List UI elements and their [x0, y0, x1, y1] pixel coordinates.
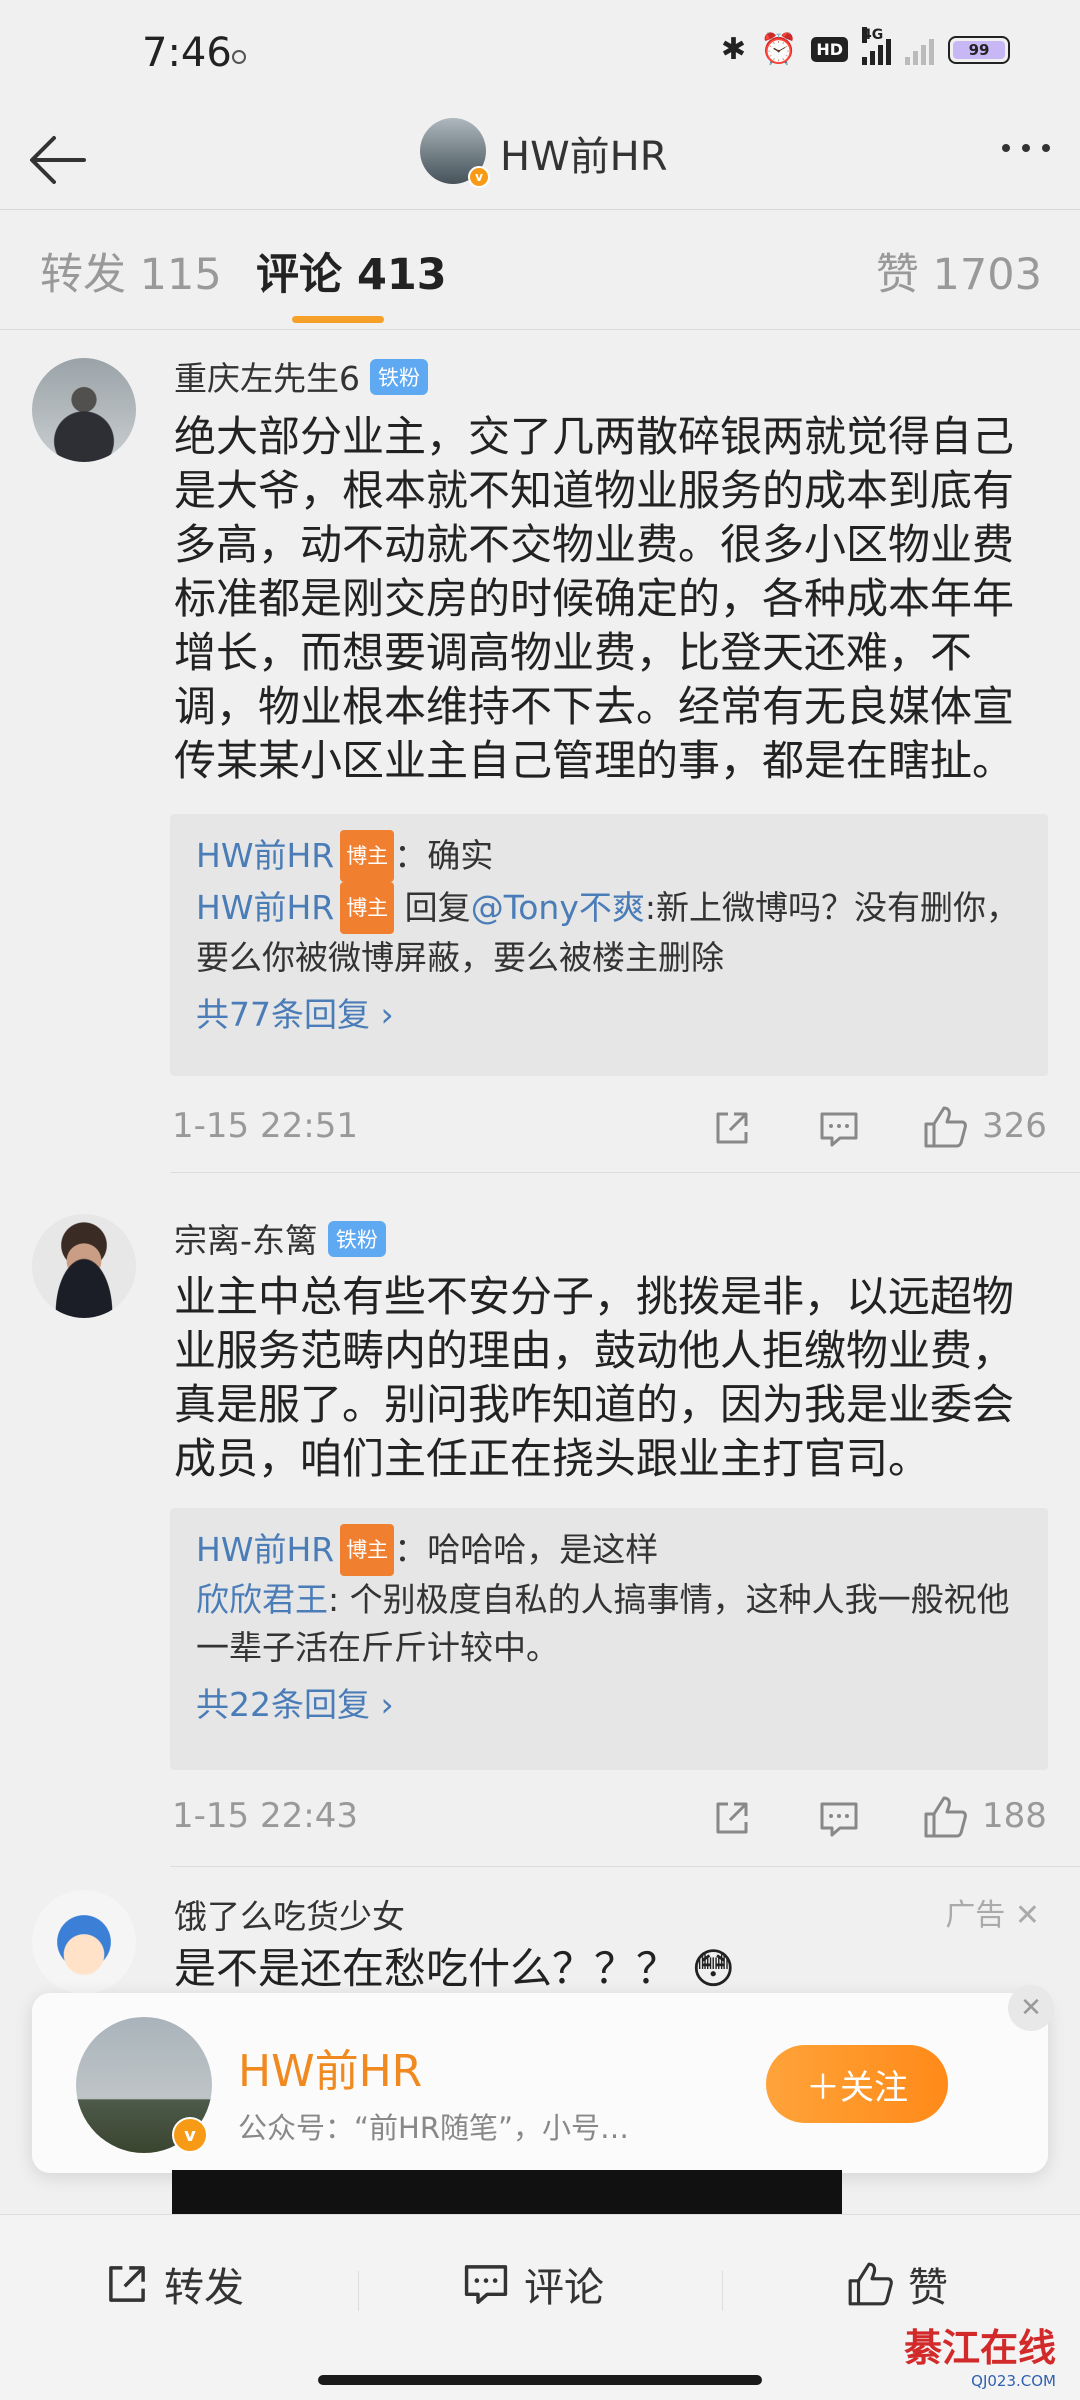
card-description: 公众号：“前HR随笔”，小号… — [238, 2111, 630, 2145]
alarm-icon: ⏰ — [759, 32, 798, 67]
comment-icon — [464, 2265, 508, 2304]
verified-icon: v — [468, 166, 490, 188]
watermark-title: 綦江在线 — [903, 2326, 1056, 2370]
comment-author-name[interactable]: 重庆左先生6 — [174, 359, 360, 398]
avatar[interactable] — [32, 1214, 136, 1318]
battery-icon: 99 — [948, 35, 1010, 64]
reply-item: HW前HR 博主 回复@Tony不爽:新上微博吗？没有删你，要么你被微博屏蔽，要么… — [196, 882, 1022, 982]
card-avatar[interactable]: v — [76, 2017, 212, 2153]
comment-time: 1-15 22:43 — [172, 1796, 358, 1836]
host-badge: 博主 — [340, 1524, 395, 1576]
tab-repost[interactable]: 转发 115 — [40, 240, 222, 302]
bluetooth-icon: ✱ — [720, 32, 746, 67]
like-count: 326 — [982, 1106, 1047, 1146]
tab-comment[interactable]: 评论 413 — [256, 240, 447, 302]
fan-badge: 铁粉 — [370, 359, 428, 395]
bottom-action-bar: 转发 评论 赞 綦江在线 QJ023.COM — [0, 2214, 1080, 2400]
comment-text: 绝大部分业主，交了几两散碎银两就觉得自己是大爷，根本就不知道物业服务的成本到底有… — [174, 412, 1015, 785]
host-badge: 博主 — [340, 830, 395, 882]
like-icon[interactable] — [922, 1104, 968, 1150]
watermark: 綦江在线 QJ023.COM — [904, 2317, 1056, 2390]
like-icon[interactable] — [922, 1794, 968, 1840]
tab-like[interactable]: 赞 1703 — [876, 240, 1042, 302]
reply-item: 欣欣君王: 个别极度自私的人搞事情，这种人我一般祝他一辈子活在斤斤计较中。 — [196, 1576, 1022, 1672]
comment-label: 评论 — [524, 2265, 604, 2311]
battery-level: 99 — [968, 40, 990, 59]
author-avatar[interactable]: v — [420, 118, 490, 188]
status-time: 7:46 — [142, 30, 232, 76]
video-thumbnail[interactable] — [172, 2170, 842, 2214]
comment-author[interactable]: 重庆左先生6 铁粉 — [174, 352, 428, 400]
comment-footer: 1-15 22:43 188 — [172, 1790, 1052, 1850]
more-replies-link[interactable]: 共22条回复 › — [196, 1678, 1022, 1726]
back-arrow-icon[interactable] — [28, 132, 88, 188]
comment-author[interactable]: 宗离-东篱 铁粉 — [174, 1214, 386, 1262]
reply-text: ：哈哈哈，是这样 — [394, 1530, 659, 1569]
reply-author[interactable]: HW前HR — [196, 1530, 334, 1569]
comment-text: 业主中总有些不安分子，挑拨是非，以远超物业服务范畴内的理由，鼓动他人拒缴物业费，… — [174, 1272, 1015, 1483]
separator — [722, 2271, 723, 2311]
tab-bar: 转发 115 评论 413 赞 1703 — [0, 210, 1080, 330]
like-button[interactable]: 赞 — [846, 2255, 948, 2313]
divider — [170, 1172, 1080, 1173]
verified-icon: v — [172, 2117, 208, 2153]
tab-indicator — [292, 316, 384, 323]
more-replies-link[interactable]: 共77条回复 › — [196, 988, 1022, 1036]
ad-close-tag[interactable]: 广告 ✕ — [945, 1890, 1040, 1934]
divider — [170, 1866, 1080, 1867]
reply-item: HW前HR 博主 ：确实 — [196, 830, 1022, 882]
comment-icon[interactable] — [818, 1800, 860, 1838]
share-icon — [109, 2266, 145, 2302]
reply-box[interactable]: HW前HR 博主 ：确实 HW前HR 博主 回复@Tony不爽:新上微博吗？没有删你，… — [170, 814, 1048, 1076]
comment-button[interactable]: 评论 — [462, 2255, 604, 2313]
comment-author-name[interactable]: 宗离-东篱 — [174, 1221, 318, 1260]
page-title[interactable]: HW前HR — [500, 124, 668, 182]
home-indicator[interactable] — [318, 2375, 762, 2385]
signal-icon: 4G — [862, 26, 891, 65]
share-icon[interactable] — [712, 1108, 752, 1148]
comment-time: 1-15 22:51 — [172, 1106, 358, 1146]
network-label: 4G — [862, 26, 884, 43]
notification-icon — [232, 50, 246, 64]
ad-author[interactable]: 饿了么吃货少女 — [174, 1890, 405, 1938]
fan-badge: 铁粉 — [327, 1221, 386, 1257]
reply-author[interactable]: HW前HR — [196, 836, 334, 875]
separator — [358, 2271, 359, 2311]
reply-item: HW前HR 博主 ：哈哈哈，是这样 — [196, 1524, 1022, 1576]
reply-prefix: 回复 — [394, 888, 471, 927]
more-icon[interactable] — [1002, 144, 1050, 152]
reply-text: ：确实 — [394, 836, 494, 875]
reply-box[interactable]: HW前HR 博主 ：哈哈哈，是这样 欣欣君王: 个别极度自私的人搞事情，这种人我一般… — [170, 1508, 1048, 1770]
reply-author[interactable]: 欣欣君王 — [196, 1580, 328, 1619]
card-name[interactable]: HW前HR — [238, 2035, 422, 2099]
avatar[interactable] — [32, 1890, 136, 1994]
reply-mention[interactable]: @Tony不爽 — [471, 888, 645, 927]
comment-icon[interactable] — [818, 1110, 860, 1148]
status-bar: 7:46 ✱ ⏰ HD 4G 99 — [0, 0, 1080, 110]
signal-2-icon — [905, 35, 934, 65]
nav-bar: v HW前HR — [0, 110, 1080, 210]
status-icons: ✱ ⏰ HD 4G 99 — [720, 26, 1010, 67]
comment-footer: 1-15 22:51 326 — [172, 1100, 1052, 1160]
watermark-url: QJ023.COM — [971, 2372, 1056, 2390]
like-label: 赞 — [908, 2265, 948, 2311]
ad-text: 是不是还在愁吃什么？？？ 😳 — [174, 1944, 736, 1993]
hd-icon: HD — [811, 37, 848, 62]
avatar[interactable] — [32, 358, 136, 462]
like-icon — [848, 2262, 893, 2306]
host-badge: 博主 — [340, 882, 395, 934]
follow-card[interactable]: v HW前HR 公众号：“前HR随笔”，小号… ＋关注 ✕ — [32, 1985, 1054, 2173]
follow-button[interactable]: ＋关注 — [766, 2045, 948, 2123]
repost-label: 转发 — [164, 2265, 244, 2311]
reply-author[interactable]: HW前HR — [196, 888, 334, 927]
repost-button[interactable]: 转发 — [104, 2255, 244, 2313]
share-icon[interactable] — [712, 1798, 752, 1838]
close-icon[interactable]: ✕ — [1008, 1985, 1054, 2031]
like-count: 188 — [982, 1796, 1047, 1836]
